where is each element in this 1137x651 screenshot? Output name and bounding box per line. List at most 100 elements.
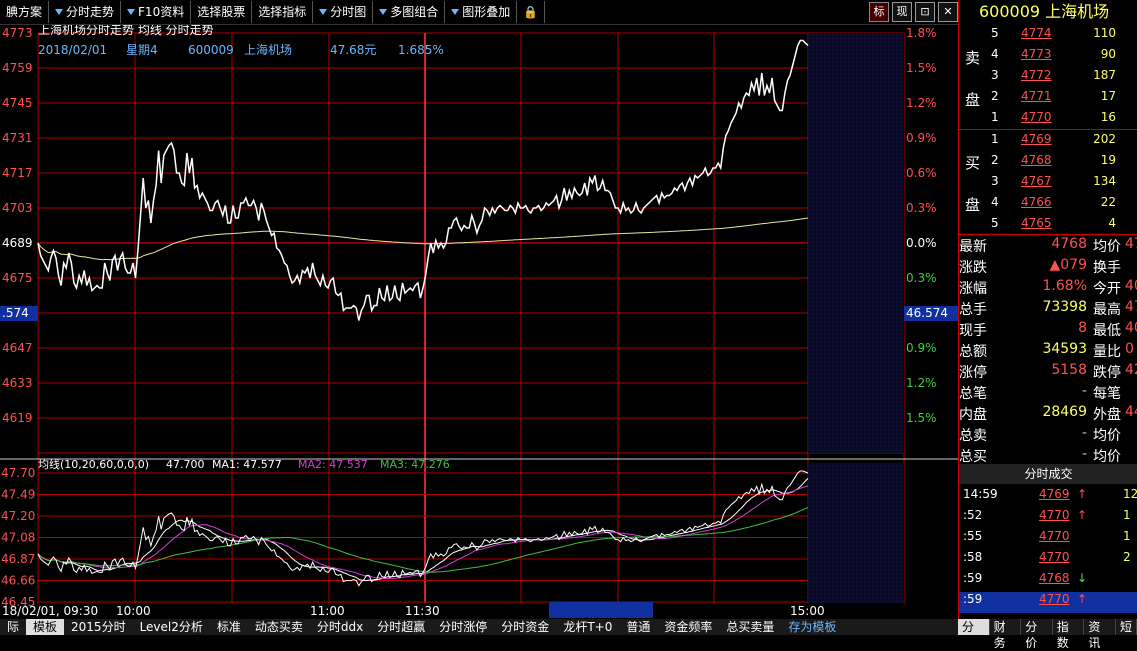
right-tick: 0.9% (906, 341, 937, 355)
trade-qty: 12 (1123, 487, 1137, 501)
trade-arrow-icon: ↑ (1077, 508, 1088, 522)
tab-14[interactable]: 存为模板 (781, 619, 843, 635)
svg-text:MA3: 47.276: MA3: 47.276 (380, 458, 450, 471)
trades-header[interactable]: 分时成交 (959, 464, 1137, 484)
bid-price: 4765 (1021, 216, 1052, 230)
right-tab-2[interactable]: 分价 (1021, 619, 1053, 650)
bid-row[interactable]: 1 4769 202 (959, 132, 1137, 153)
level: 3 (991, 68, 999, 82)
tab-8[interactable]: 分时涨停 (432, 619, 494, 635)
toolbar-item-f10[interactable]: F10资料 (121, 1, 192, 23)
sub-tick: 47.08 (1, 531, 35, 545)
stat-value: - (1081, 446, 1087, 462)
ask-row[interactable]: 2 4771 17 (959, 89, 1137, 110)
trade-arrow-icon: ↑ (1077, 592, 1088, 606)
stat-value: 28469 (1042, 404, 1087, 420)
svg-text:上海机场: 上海机场 (244, 42, 292, 57)
svg-text:47.68元: 47.68元 (330, 43, 376, 57)
window-restore-icon[interactable]: ⊡ (915, 2, 935, 22)
right-tab-4[interactable]: 资讯 (1084, 619, 1116, 650)
ma3-line (37, 507, 809, 573)
right-tab-1[interactable]: 财务 (990, 619, 1022, 650)
tab-2[interactable]: 2015分时 (64, 619, 133, 635)
level: 5 (991, 26, 999, 40)
sub-tick: 47.20 (1, 509, 35, 523)
stat-key: 涨幅 (959, 281, 987, 297)
close-icon[interactable]: ✕ (938, 2, 958, 22)
tab-13[interactable]: 总买卖量 (719, 619, 781, 635)
lock-icon[interactable]: 🔒 (517, 1, 546, 23)
bid-price: 4767 (1021, 174, 1052, 188)
tab-5[interactable]: 动态买卖 (248, 619, 310, 635)
tab-12[interactable]: 资金频率 (657, 619, 719, 635)
bid-volume: 19 (1100, 153, 1116, 167)
mark-button[interactable]: 标 (869, 2, 889, 22)
sub-tick: 47.70 (1, 466, 35, 480)
trade-row[interactable]: :52 4770 ↑ 1 (959, 508, 1137, 529)
right-tick: 1.5% (906, 61, 937, 75)
ask-row[interactable]: 3 4772 187 (959, 68, 1137, 89)
ask-row[interactable]: 5 4774 110 (959, 26, 1137, 47)
ask-price: 4772 (1021, 68, 1052, 82)
intraday-chart[interactable]: 上海机场分时走势 均线 分时走势 2018/02/01 星期4 600009 上… (0, 25, 958, 619)
average-price-line (37, 217, 809, 261)
stat-key: 现手 (959, 323, 987, 339)
toolbar-item-multi-chart[interactable]: 多图组合 (373, 1, 446, 23)
time-label: 18/02/01, 09:30 (2, 604, 98, 618)
stat-key: 总买 (959, 449, 987, 465)
trade-row[interactable]: :59 4768 ↓ (959, 571, 1137, 592)
right-tick: 1.5% (906, 411, 937, 425)
bid-row[interactable]: 4 4766 22 (959, 195, 1137, 216)
toolbar-item-intraday[interactable]: 分时走势 (49, 1, 122, 23)
trade-price: 4770 (1039, 592, 1070, 606)
toolbar-item-plan[interactable]: 腆方案 (0, 1, 50, 23)
stat-value-2: 40 (1125, 278, 1137, 294)
stat-row: 总卖 - 均价 (959, 425, 1137, 446)
bid-row[interactable]: 3 4767 134 (959, 174, 1137, 195)
stat-row: 最新 4768 均价47 (959, 236, 1137, 257)
tab-3[interactable]: Level2分析 (133, 619, 210, 635)
toolbar-item-overlay[interactable]: 图形叠加 (445, 1, 518, 23)
trade-row[interactable]: :58 4770 2 (959, 550, 1137, 571)
toolbar-item-select-stock[interactable]: 选择股票 (191, 1, 253, 23)
right-tab-0[interactable]: 分笔 (958, 619, 990, 650)
stat-row: 总额 34593 量比 0 (959, 341, 1137, 362)
tab-4[interactable]: 标准 (210, 619, 248, 635)
right-tick: 1.8% (906, 26, 937, 40)
left-tick: .574 (2, 306, 29, 320)
stat-key-2: 量比 (1093, 344, 1121, 360)
trade-price: 4768 (1039, 571, 1070, 585)
svg-text:47.700: 47.700 (166, 458, 205, 471)
stat-row: 涨跌 ▲079 换手 (959, 257, 1137, 278)
ask-row[interactable]: 4 4773 90 (959, 47, 1137, 68)
stat-row: 内盘 28469 外盘 449 (959, 404, 1137, 425)
dropdown-icon (55, 9, 64, 15)
tab-7[interactable]: 分时超赢 (370, 619, 432, 635)
tab-10[interactable]: 龙杆T+0 (556, 619, 619, 635)
current-button[interactable]: 现 (892, 2, 912, 22)
sub-tick: 46.66 (1, 574, 35, 588)
trade-row[interactable]: :59 4770 ↑ (959, 592, 1137, 613)
ask-price: 4770 (1021, 110, 1052, 124)
tab-9[interactable]: 分时资金 (494, 619, 556, 635)
right-tab-3[interactable]: 指数 (1053, 619, 1085, 650)
trade-row[interactable]: 14:59 4769 ↑ 12 (959, 487, 1137, 508)
tab-0[interactable]: 际 (0, 619, 26, 635)
trade-time: :59 (963, 571, 983, 585)
toolbar-item-intraday-chart[interactable]: 分时图 (313, 1, 374, 23)
svg-text:MA2: 47.537: MA2: 47.537 (298, 458, 368, 471)
right-tick: 1.2% (906, 96, 937, 110)
tab-6[interactable]: 分时ddx (310, 619, 370, 635)
trade-price: 4770 (1039, 508, 1070, 522)
right-tab-5[interactable]: 短 (1116, 619, 1137, 635)
stat-value-2: 40 (1125, 320, 1137, 336)
bid-row[interactable]: 2 4768 19 (959, 153, 1137, 174)
stat-key: 内盘 (959, 407, 987, 423)
tab-1[interactable]: 模板 (26, 619, 65, 635)
ask-row[interactable]: 1 4770 16 (959, 110, 1137, 131)
trade-row[interactable]: :55 4770 1 (959, 529, 1137, 550)
tab-11[interactable]: 普通 (619, 619, 657, 635)
svg-text:MA1: 47.577: MA1: 47.577 (212, 458, 282, 471)
toolbar-item-select-indicator[interactable]: 选择指标 (252, 1, 314, 23)
trade-time: 14:59 (963, 487, 998, 501)
